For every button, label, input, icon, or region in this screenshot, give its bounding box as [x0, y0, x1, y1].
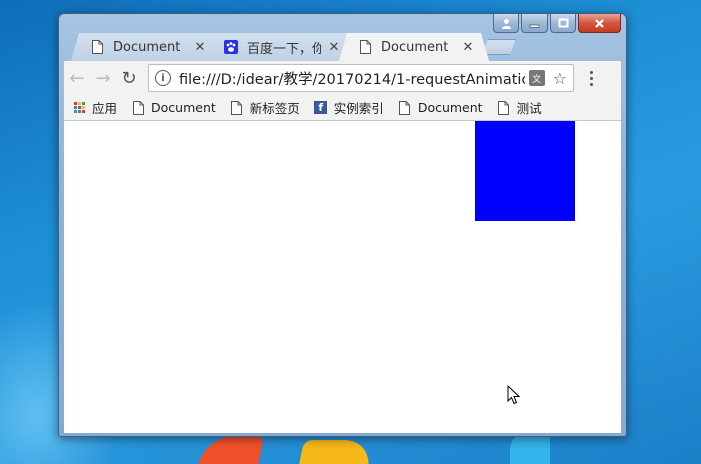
- star-icon[interactable]: ☆: [553, 69, 567, 88]
- translate-icon[interactable]: 文: [528, 70, 545, 86]
- tab-baidu[interactable]: 百度一下，你 ✕: [205, 33, 355, 61]
- page-icon: [357, 39, 373, 55]
- address-bar[interactable]: i file:///D:/idear/教学/20170214/1-request…: [148, 64, 574, 92]
- bookmark-new-tab-page[interactable]: 新标签页: [230, 98, 300, 117]
- tab-close-icon[interactable]: ✕: [327, 40, 341, 55]
- bookmarks-bar: 应用 Document 新标签页 f 实例索引 Document 测试: [64, 95, 621, 121]
- user-icon[interactable]: [493, 14, 519, 33]
- tab-title: 百度一下，你: [247, 41, 321, 57]
- apps-icon: [72, 101, 86, 115]
- bookmark-label: Document: [417, 100, 483, 115]
- mouse-cursor-icon: [507, 384, 521, 409]
- tab-close-icon[interactable]: ✕: [461, 40, 475, 55]
- bookmark-label: 新标签页: [249, 101, 300, 116]
- tab-strip: Document ✕ 百度一下，你 ✕ Document ✕: [71, 33, 541, 61]
- baidu-icon: [223, 39, 239, 55]
- caption-buttons: [493, 14, 621, 33]
- bookmark-label: 实例索引: [333, 101, 384, 116]
- menu-icon[interactable]: [584, 65, 598, 91]
- bookmark-example-index[interactable]: f 实例索引: [314, 98, 384, 117]
- close-window-button[interactable]: [578, 14, 621, 33]
- browser-window: Document ✕ 百度一下，你 ✕ Document ✕ ← → ↻ i f…: [58, 13, 627, 437]
- forward-button[interactable]: →: [90, 65, 116, 91]
- tab-close-icon[interactable]: ✕: [193, 40, 207, 55]
- browser-toolbar: ← → ↻ i file:///D:/idear/教学/20170214/1-r…: [64, 61, 621, 95]
- page-icon: [131, 100, 145, 115]
- tab-document-active[interactable]: Document ✕: [339, 33, 489, 61]
- url-text[interactable]: file:///D:/idear/教学/20170214/1-requestAn…: [179, 68, 525, 89]
- bookmark-document-1[interactable]: Document: [131, 100, 216, 115]
- page-icon: [230, 100, 244, 115]
- page-icon: [89, 39, 105, 55]
- bookmark-label: Document: [151, 100, 216, 115]
- page-icon: [497, 100, 511, 115]
- tab-document-1[interactable]: Document ✕: [71, 33, 221, 61]
- tab-title: Document: [113, 39, 181, 55]
- animated-blue-box: [475, 121, 575, 221]
- bookmark-document-2[interactable]: Document: [398, 100, 483, 115]
- reload-button[interactable]: ↻: [116, 65, 142, 91]
- facebook-icon: f: [314, 101, 328, 115]
- maximize-button[interactable]: [550, 14, 576, 33]
- bookmark-test[interactable]: 测试: [497, 98, 542, 117]
- tab-title: Document: [381, 39, 449, 55]
- bookmark-label: 应用: [92, 101, 118, 116]
- new-tab-button[interactable]: [482, 39, 516, 55]
- back-button[interactable]: ←: [64, 65, 90, 91]
- bookmark-label: 测试: [516, 101, 542, 116]
- info-icon[interactable]: i: [155, 70, 171, 86]
- page-viewport: [64, 121, 621, 433]
- minimize-button[interactable]: [521, 14, 548, 33]
- page-icon: [398, 100, 412, 115]
- bookmark-apps[interactable]: 应用: [72, 98, 117, 117]
